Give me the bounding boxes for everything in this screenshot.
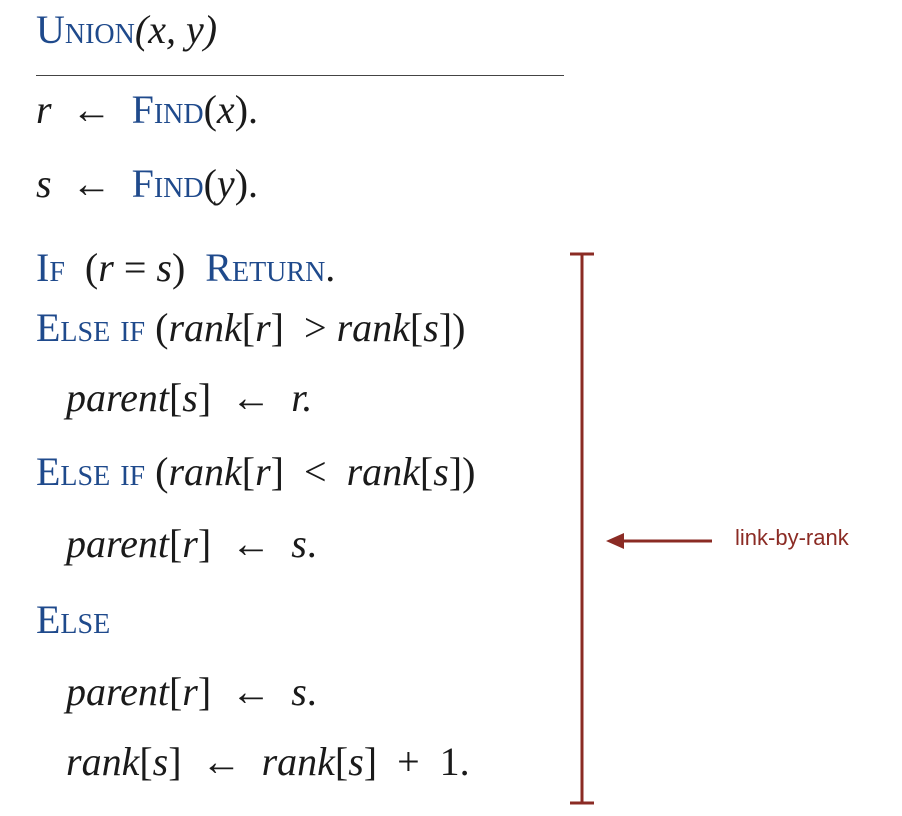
link-by-rank-label: link-by-rank xyxy=(735,525,849,550)
arrow-head xyxy=(606,533,624,549)
bracket-overlay xyxy=(570,252,712,805)
